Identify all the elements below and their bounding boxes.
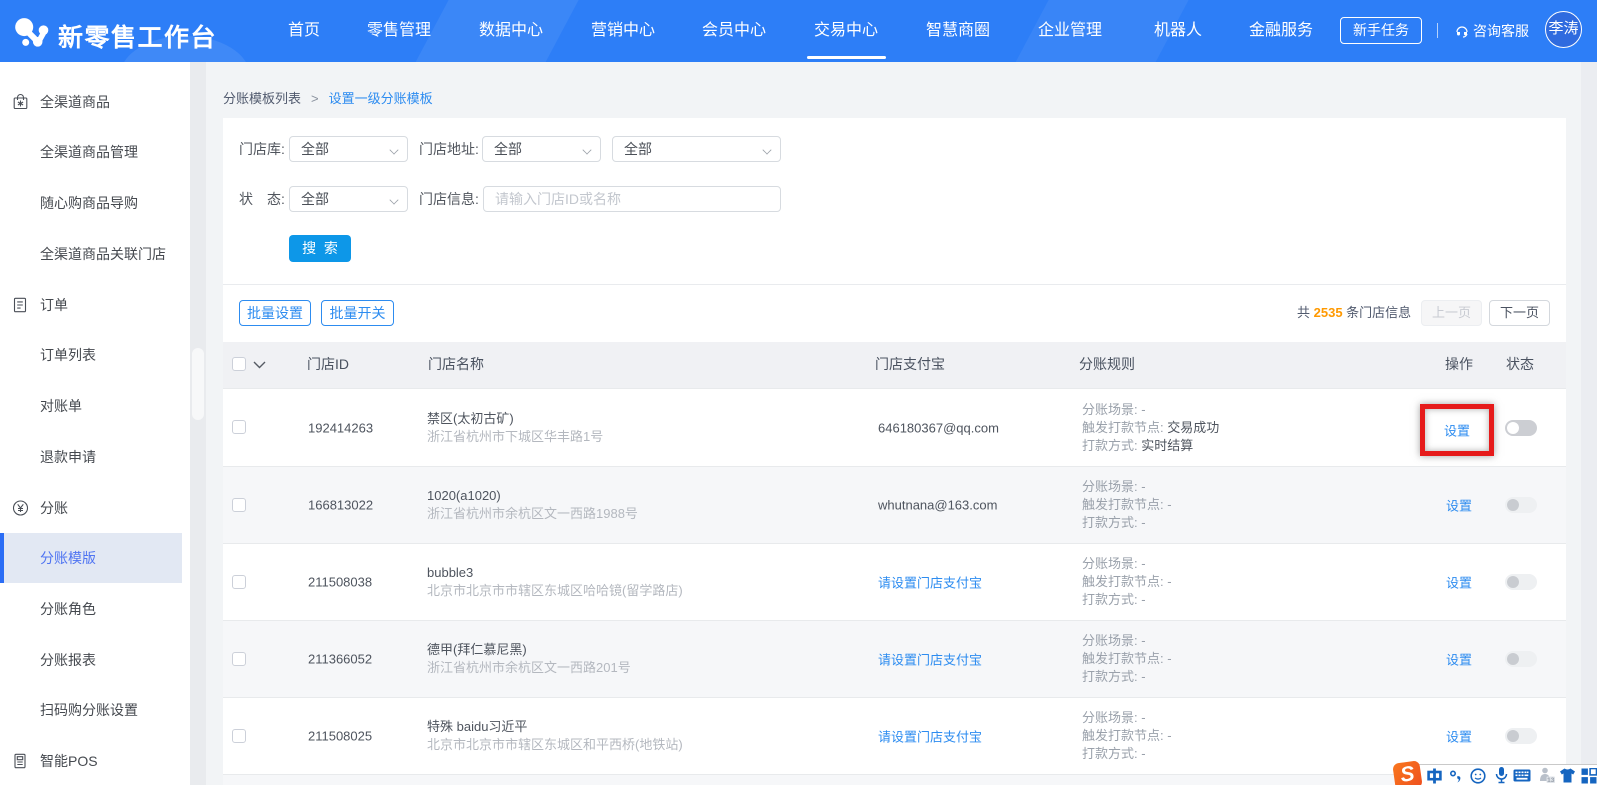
svg-text:13: 13 xyxy=(1547,777,1555,784)
